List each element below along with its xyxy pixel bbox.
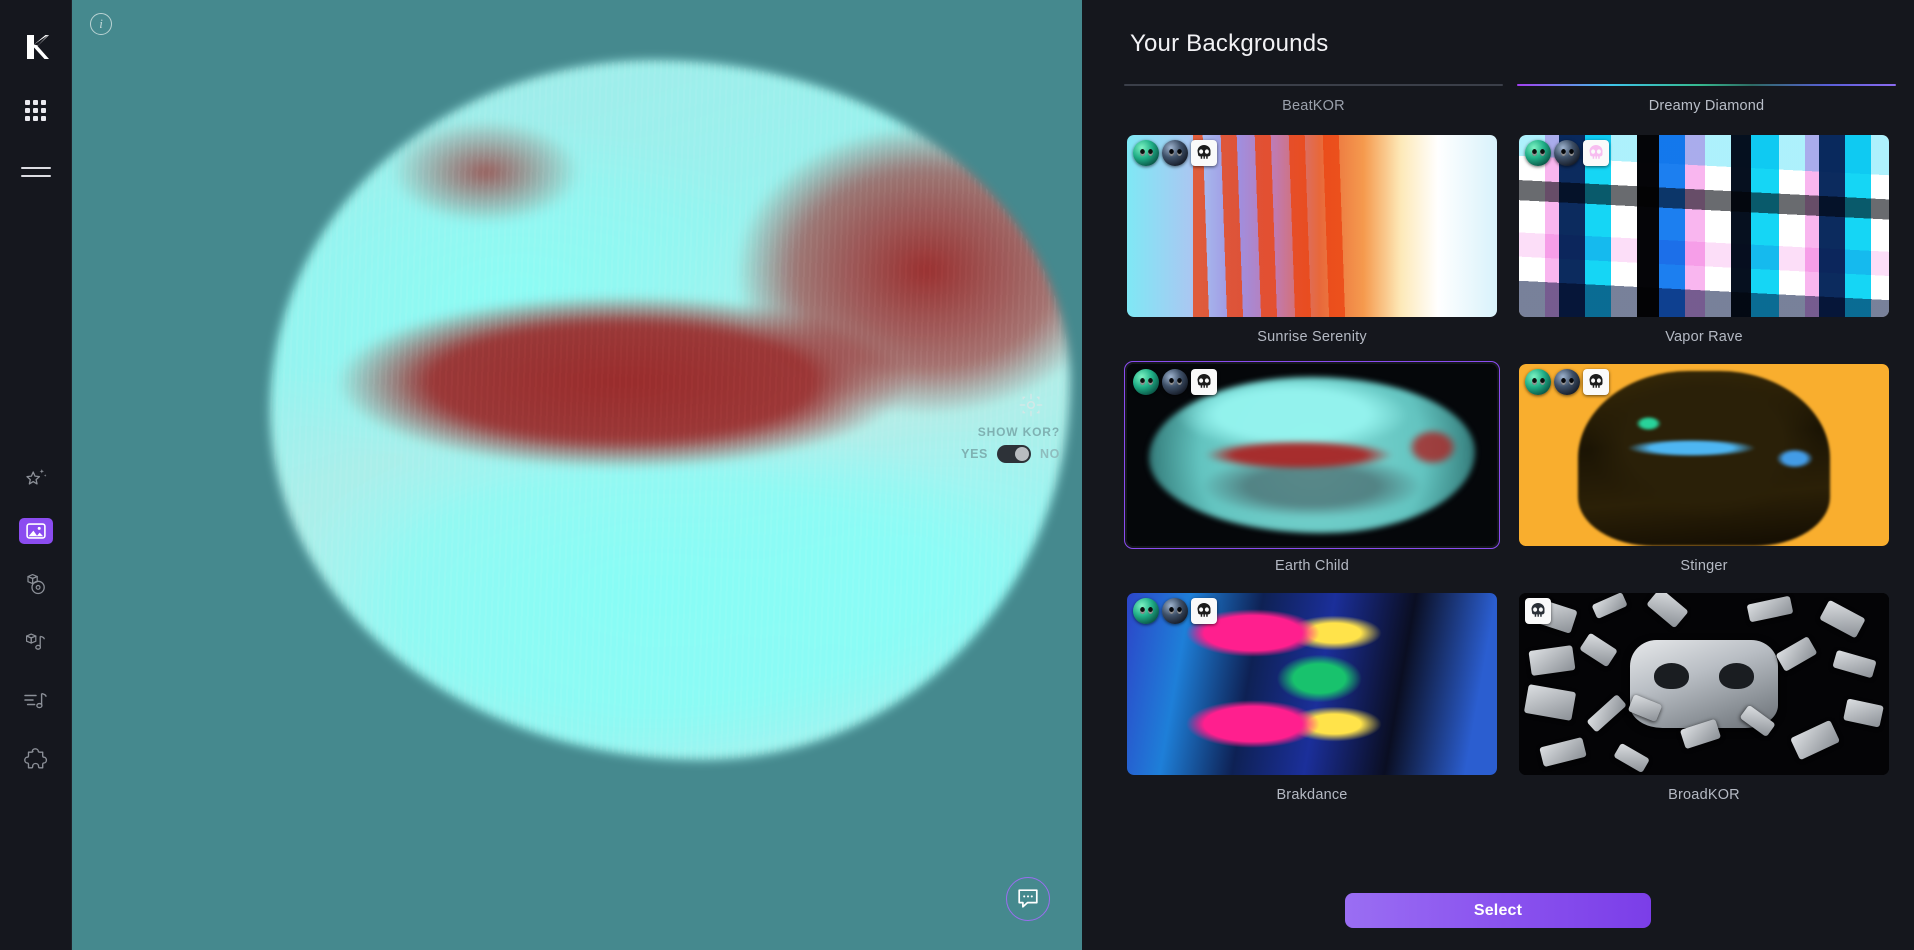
page-title: Your Backgrounds [1082, 0, 1914, 58]
left-sidebar [0, 0, 72, 950]
show-kor-label: SHOW KOR? [860, 425, 1060, 439]
puzzle-icon [23, 747, 49, 771]
tab-indicator [1124, 84, 1503, 86]
card-label: Vapor Rave [1516, 320, 1892, 359]
background-card-stinger[interactable]: Stinger [1516, 361, 1892, 588]
scene-object [270, 60, 1070, 760]
image-icon [26, 523, 46, 539]
brand-logo-icon[interactable] [19, 30, 53, 64]
sidebar-item-plugins[interactable] [14, 742, 58, 776]
select-button-container: Select [1082, 893, 1914, 928]
thumbnail-art [1519, 593, 1889, 775]
background-card-brakdance[interactable]: Brakdance [1124, 590, 1500, 817]
menu-hamburger-icon [21, 167, 51, 177]
show-kor-toggle-row: YES NO [860, 445, 1060, 463]
rail-bottom-group [14, 460, 58, 950]
toggle-knob [1015, 447, 1029, 461]
dark-orb-icon [1554, 140, 1580, 166]
object-disc-icon [23, 572, 49, 598]
tab-dreamy-diamond[interactable]: Dreamy Diamond [1517, 84, 1896, 114]
green-orb-icon [1525, 140, 1551, 166]
chat-button[interactable] [1006, 877, 1050, 921]
sidebar-item-playlist[interactable] [14, 684, 58, 718]
3d-viewport[interactable]: i SHOW KOR? YES NO [72, 0, 1082, 950]
card-frame [1124, 361, 1500, 549]
card-label: Earth Child [1124, 549, 1500, 588]
card-badges [1133, 598, 1217, 624]
background-card-vapor-rave[interactable]: Vapor Rave [1516, 132, 1892, 359]
background-card-broadkor[interactable]: BroadKOR [1516, 590, 1892, 817]
dark-orb-icon [1162, 598, 1188, 624]
skull-badge-icon [1191, 369, 1217, 395]
panel-tabs: BeatKOR Dreamy Diamond [1082, 84, 1914, 114]
object-note-icon [23, 630, 49, 656]
select-button[interactable]: Select [1345, 893, 1651, 928]
crosshair-target-icon[interactable] [1019, 393, 1043, 417]
card-frame [1124, 590, 1500, 778]
apps-grid-icon [25, 100, 46, 121]
background-card-earth-child[interactable]: Earth Child [1124, 361, 1500, 588]
green-orb-icon [1133, 598, 1159, 624]
sidebar-item-objects[interactable] [14, 568, 58, 602]
green-orb-icon [1133, 369, 1159, 395]
show-kor-toggle[interactable] [997, 445, 1031, 463]
tab-indicator [1517, 84, 1896, 86]
sidebar-item-backgrounds[interactable] [19, 518, 53, 544]
sidebar-item-audio-objects[interactable] [14, 626, 58, 660]
card-label: Stinger [1516, 549, 1892, 588]
dark-orb-icon [1554, 369, 1580, 395]
card-thumbnail [1127, 364, 1497, 546]
skull-badge-icon [1583, 140, 1609, 166]
card-badges [1133, 140, 1217, 166]
app-root: i SHOW KOR? YES NO [0, 0, 1914, 950]
tab-label: Dreamy Diamond [1517, 98, 1896, 114]
card-thumbnail [1519, 135, 1889, 317]
playlist-note-icon [23, 690, 49, 712]
tab-beatkor[interactable]: BeatKOR [1124, 84, 1503, 114]
card-thumbnail [1519, 593, 1889, 775]
sidebar-item-menu[interactable] [16, 152, 56, 192]
toggle-yes-label: YES [961, 447, 988, 461]
scene-blob [270, 60, 1070, 760]
card-badges [1525, 369, 1609, 395]
skull-badge-icon [1525, 598, 1551, 624]
dark-orb-icon [1162, 369, 1188, 395]
card-badges [1525, 140, 1609, 166]
card-badges [1525, 598, 1551, 624]
backgrounds-grid: Sunrise Serenity [1082, 132, 1914, 817]
sidebar-item-effects[interactable] [14, 460, 58, 494]
card-frame [1124, 132, 1500, 320]
background-card-sunrise-serenity[interactable]: Sunrise Serenity [1124, 132, 1500, 359]
card-frame [1516, 132, 1892, 320]
tab-label: BeatKOR [1124, 98, 1503, 114]
skull-badge-icon [1191, 598, 1217, 624]
green-orb-icon [1133, 140, 1159, 166]
card-label: Sunrise Serenity [1124, 320, 1500, 359]
card-label: BroadKOR [1516, 778, 1892, 817]
dark-orb-icon [1162, 140, 1188, 166]
card-thumbnail [1127, 593, 1497, 775]
green-orb-icon [1525, 369, 1551, 395]
card-badges [1133, 369, 1217, 395]
info-icon[interactable]: i [90, 13, 112, 35]
chat-bubble-icon [1016, 888, 1040, 910]
toggle-no-label: NO [1040, 447, 1060, 461]
card-label: Brakdance [1124, 778, 1500, 817]
skull-badge-icon [1191, 140, 1217, 166]
card-thumbnail [1519, 364, 1889, 546]
card-thumbnail [1127, 135, 1497, 317]
sidebar-item-apps-grid[interactable] [16, 90, 56, 130]
backgrounds-panel: Your Backgrounds BeatKOR Dreamy Diamond [1082, 0, 1914, 950]
card-frame [1516, 590, 1892, 778]
sparkle-star-icon [24, 465, 48, 489]
show-kor-control: SHOW KOR? YES NO [860, 425, 1060, 463]
skull-badge-icon [1583, 369, 1609, 395]
card-frame [1516, 361, 1892, 549]
